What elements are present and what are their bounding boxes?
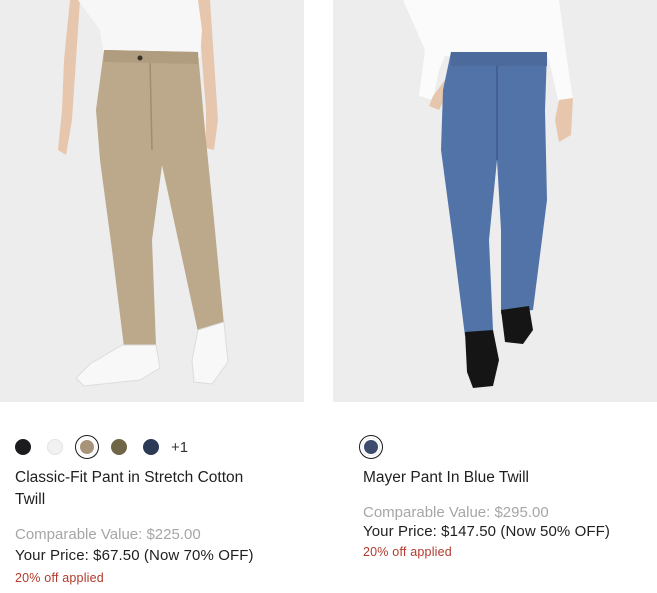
discount-applied: 20% off applied [15, 571, 104, 585]
product-title[interactable]: Mayer Pant In Blue Twill [333, 467, 657, 489]
product-image[interactable] [333, 0, 657, 402]
product-card: +1 Classic-Fit Pant in Stretch Cotton Tw… [0, 0, 304, 585]
comparable-value: Comparable Value: $225.00 [15, 526, 201, 543]
swatch-blue[interactable] [359, 435, 383, 459]
product-image[interactable] [0, 0, 304, 402]
swatch-khaki[interactable] [75, 435, 99, 459]
swatch-navy[interactable] [143, 439, 159, 455]
blue-pants-illustration [333, 0, 657, 402]
your-price: Your Price: $67.50 (Now 70% OFF) [15, 547, 254, 564]
khaki-pants-illustration [0, 0, 304, 402]
product-grid: +1 Classic-Fit Pant in Stretch Cotton Tw… [0, 0, 657, 593]
product-card: Mayer Pant In Blue Twill Comparable Valu… [333, 0, 657, 559]
product-title[interactable]: Classic-Fit Pant in Stretch Cotton Twill [0, 467, 304, 511]
swatch-olive[interactable] [111, 439, 127, 455]
your-price: Your Price: $147.50 (Now 50% OFF) [363, 523, 611, 540]
swatch-white[interactable] [47, 439, 63, 455]
color-swatches [333, 433, 657, 461]
more-colors-link[interactable]: +1 [171, 439, 188, 456]
comparable-value: Comparable Value: $295.00 [363, 504, 549, 521]
discount-applied: 20% off applied [363, 545, 452, 559]
swatch-black[interactable] [15, 439, 31, 455]
color-swatches: +1 [0, 433, 304, 461]
